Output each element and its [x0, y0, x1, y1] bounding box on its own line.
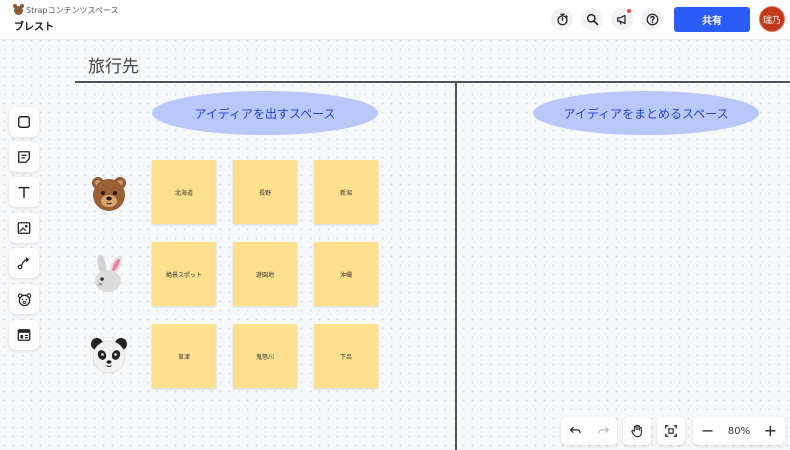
connector-tool[interactable]	[9, 248, 39, 278]
bear-icon[interactable]	[89, 174, 129, 214]
help-button[interactable]	[641, 8, 663, 30]
share-button[interactable]: 共有	[674, 7, 750, 32]
user-avatar[interactable]: 瑞乃	[759, 6, 785, 32]
template-icon	[17, 329, 31, 341]
square-icon	[18, 116, 30, 128]
announcement-icon	[616, 14, 626, 25]
zoom-controls: − 80% +	[693, 417, 785, 445]
search-button[interactable]	[581, 8, 603, 30]
frame-title[interactable]: 旅行先	[88, 52, 139, 77]
undo-icon[interactable]	[569, 425, 582, 438]
image-icon	[17, 222, 31, 234]
frame-divider-horizontal	[75, 81, 790, 83]
stamp-tool[interactable]	[9, 284, 39, 314]
announcement-button[interactable]	[611, 8, 633, 30]
shape-tool[interactable]	[9, 107, 39, 137]
sticky-note[interactable]: 北海道	[152, 160, 216, 224]
board-name[interactable]: ブレスト	[14, 18, 54, 33]
frame-divider-vertical	[455, 81, 457, 450]
pan-mode-button[interactable]	[623, 417, 651, 445]
image-tool[interactable]	[9, 213, 39, 243]
sticky-note[interactable]: 長野	[233, 160, 297, 224]
fit-to-screen-button[interactable]	[657, 417, 685, 445]
rabbit-icon[interactable]	[89, 255, 129, 295]
sticky-note[interactable]: 下呂	[314, 324, 378, 388]
zoom-out-button[interactable]: −	[701, 423, 714, 439]
top-header: Strapコンテンツスペース ブレスト 共有 瑞乃	[0, 0, 790, 40]
hand-icon	[631, 424, 642, 438]
fit-screen-icon	[665, 425, 677, 437]
text-icon	[18, 186, 30, 198]
template-tool[interactable]	[9, 320, 39, 350]
notification-badge	[626, 8, 632, 14]
search-icon	[586, 13, 598, 25]
sticky-note-icon	[18, 151, 30, 163]
connector-icon	[17, 257, 30, 270]
zoom-in-button[interactable]: +	[764, 423, 777, 439]
sticky-note-tool[interactable]	[9, 142, 39, 172]
help-icon	[646, 13, 658, 25]
zoom-level[interactable]: 80%	[728, 426, 750, 437]
text-tool[interactable]	[9, 177, 39, 207]
stamp-icon	[17, 292, 31, 306]
sticky-note[interactable]: 沖縄	[314, 242, 378, 306]
panda-icon[interactable]	[89, 336, 129, 376]
sticky-note[interactable]: 鬼怒川	[233, 324, 297, 388]
bear-workspace-icon	[13, 4, 24, 15]
timer-button[interactable]	[551, 8, 573, 30]
summary-section-label[interactable]: アイディアをまとめるスペース	[533, 91, 759, 135]
redo-icon[interactable]	[597, 425, 610, 438]
sticky-note[interactable]: 絶景スポット	[152, 242, 216, 306]
workspace-name: Strapコンテンツスペース	[26, 6, 119, 15]
sticky-note[interactable]: 新潟	[314, 160, 378, 224]
timer-icon	[556, 13, 568, 25]
sticky-note[interactable]: 遊園地	[233, 242, 297, 306]
ideas-section-label[interactable]: アイディアを出すスペース	[152, 91, 378, 135]
sticky-note[interactable]: 草津	[152, 324, 216, 388]
history-controls	[561, 417, 617, 445]
workspace-switcher[interactable]: Strapコンテンツスペース	[13, 4, 119, 16]
